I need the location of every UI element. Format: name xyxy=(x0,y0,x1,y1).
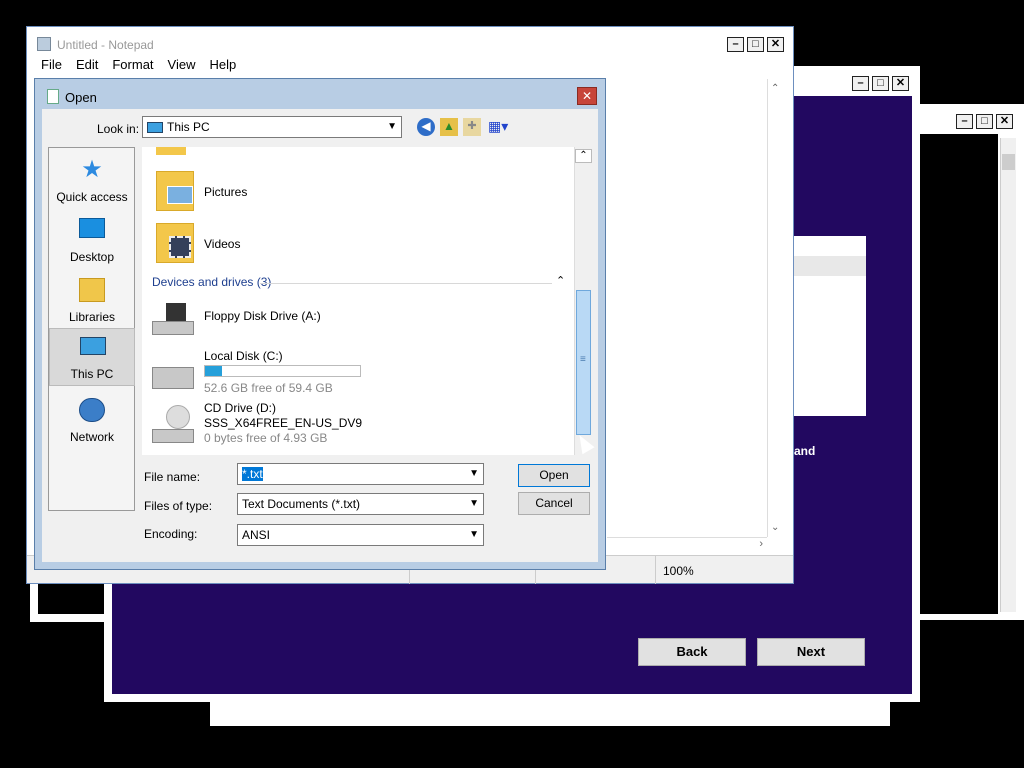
chevron-up-icon[interactable]: ⌃ xyxy=(556,274,565,287)
scroll-right-icon[interactable]: › xyxy=(759,538,763,550)
new-folder-icon[interactable]: ✚ xyxy=(463,118,481,136)
videos-folder-icon xyxy=(156,223,194,263)
list-item[interactable]: Floppy Disk Drive (A:) xyxy=(150,299,550,339)
vertical-scrollbar[interactable]: ⌃ ⌄ xyxy=(767,79,785,537)
partial-folder-icon xyxy=(156,147,186,155)
places-bar: ★ Quick access Desktop Libraries This PC… xyxy=(48,147,135,511)
chevron-down-icon: ▼ xyxy=(469,529,479,540)
close-icon[interactable]: ✕ xyxy=(892,76,909,91)
floppy-drive-icon xyxy=(152,303,194,337)
hard-drive-icon xyxy=(152,367,194,389)
minimize-icon[interactable]: – xyxy=(852,76,869,91)
minimize-icon[interactable]: – xyxy=(727,37,744,52)
chevron-down-icon: ▼ xyxy=(469,498,479,509)
list-item[interactable]: Videos xyxy=(154,221,554,267)
maximize-icon[interactable]: □ xyxy=(976,114,993,129)
open-dialog: Open ✕ Look in: This PC ▼ ◀ ▲ ✚ ▦▾ ★ Qui… xyxy=(34,78,606,570)
wizard-panel xyxy=(794,236,866,416)
desktop-icon xyxy=(79,218,105,238)
place-desktop[interactable]: Desktop xyxy=(49,210,135,268)
maximize-icon[interactable]: □ xyxy=(872,76,889,91)
up-folder-icon[interactable]: ▲ xyxy=(440,118,458,136)
encoding-label: Encoding: xyxy=(144,527,198,541)
scroll-up-icon[interactable]: ⌃ xyxy=(771,83,779,94)
file-name-input[interactable]: *.txt ▼ xyxy=(237,463,484,485)
list-item[interactable]: Local Disk (C:) 52.6 GB free of 59.4 GB xyxy=(150,349,550,395)
disk-usage-bar xyxy=(204,365,361,377)
files-of-type-select[interactable]: Text Documents (*.txt) ▼ xyxy=(237,493,484,515)
scrollbar-thumb[interactable] xyxy=(1002,154,1015,170)
cd-drive-icon xyxy=(152,405,194,445)
back-icon[interactable]: ◀ xyxy=(417,118,435,136)
dialog-title: Open xyxy=(65,90,97,105)
back-button[interactable]: Back xyxy=(638,638,746,666)
dialog-icon xyxy=(47,89,59,104)
vertical-scrollbar[interactable] xyxy=(1000,138,1016,612)
console-area xyxy=(920,134,998,614)
next-button[interactable]: Next xyxy=(757,638,865,666)
zoom-level: 100% xyxy=(663,564,694,578)
chevron-down-icon: ▼ xyxy=(469,468,479,479)
group-header[interactable]: Devices and drives (3) ⌃ xyxy=(152,275,572,291)
chevron-down-icon: ▼ xyxy=(387,121,397,132)
look-in-value: This PC xyxy=(167,120,210,134)
list-item[interactable]: Pictures xyxy=(154,169,554,215)
look-in-combo[interactable]: This PC ▼ xyxy=(142,116,402,138)
dialog-body: Look in: This PC ▼ ◀ ▲ ✚ ▦▾ ★ Quick acce… xyxy=(42,109,598,562)
files-of-type-label: Files of type: xyxy=(144,499,213,513)
notepad-icon xyxy=(37,37,51,51)
close-icon[interactable]: ✕ xyxy=(996,114,1013,129)
window-title: Untitled - Notepad xyxy=(57,38,154,52)
place-network[interactable]: Network xyxy=(49,390,135,448)
horizontal-scrollbar[interactable]: › xyxy=(607,537,767,553)
place-libraries[interactable]: Libraries xyxy=(49,270,135,328)
scrollbar-thumb[interactable]: ≡ xyxy=(576,290,591,435)
menu-file[interactable]: File xyxy=(41,57,62,72)
close-icon[interactable]: ✕ xyxy=(767,37,784,52)
encoding-select[interactable]: ANSI ▼ xyxy=(237,524,484,546)
scroll-down-icon[interactable]: ⌄ xyxy=(771,522,779,533)
view-menu-icon[interactable]: ▦▾ xyxy=(488,118,514,136)
file-list: Pictures Videos Devices and drives (3) ⌃… xyxy=(142,147,592,455)
close-icon[interactable]: ✕ xyxy=(577,87,597,105)
menu-help[interactable]: Help xyxy=(209,57,236,72)
this-pc-icon xyxy=(80,337,106,355)
background-window-right: – □ ✕ xyxy=(918,104,1024,620)
menu-format[interactable]: Format xyxy=(112,57,153,72)
libraries-icon xyxy=(79,278,105,302)
quick-access-icon: ★ xyxy=(81,156,103,183)
cancel-button[interactable]: Cancel xyxy=(518,492,590,515)
network-icon xyxy=(79,398,105,422)
place-this-pc[interactable]: This PC xyxy=(49,328,135,386)
pictures-folder-icon xyxy=(156,171,194,211)
scroll-up-icon[interactable]: ⌃ xyxy=(575,149,592,163)
vertical-scrollbar[interactable]: ⌃ ≡ xyxy=(574,147,592,455)
menu-bar: File Edit Format View Help xyxy=(27,57,793,77)
file-name-label: File name: xyxy=(144,470,201,484)
maximize-icon[interactable]: □ xyxy=(747,37,764,52)
minimize-icon[interactable]: – xyxy=(956,114,973,129)
wizard-text: and xyxy=(794,444,816,458)
console-area xyxy=(38,580,104,614)
file-name-value: *.txt xyxy=(242,467,263,481)
menu-edit[interactable]: Edit xyxy=(76,57,98,72)
place-quick-access[interactable]: ★ Quick access xyxy=(49,150,135,208)
look-in-label: Look in: xyxy=(97,122,140,136)
list-item[interactable]: CD Drive (D:) SSS_X64FREE_EN-US_DV9 0 by… xyxy=(150,401,550,449)
this-pc-icon xyxy=(147,122,163,134)
background-window-bottom xyxy=(210,700,890,726)
menu-view[interactable]: View xyxy=(168,57,196,72)
open-button[interactable]: Open xyxy=(518,464,590,487)
